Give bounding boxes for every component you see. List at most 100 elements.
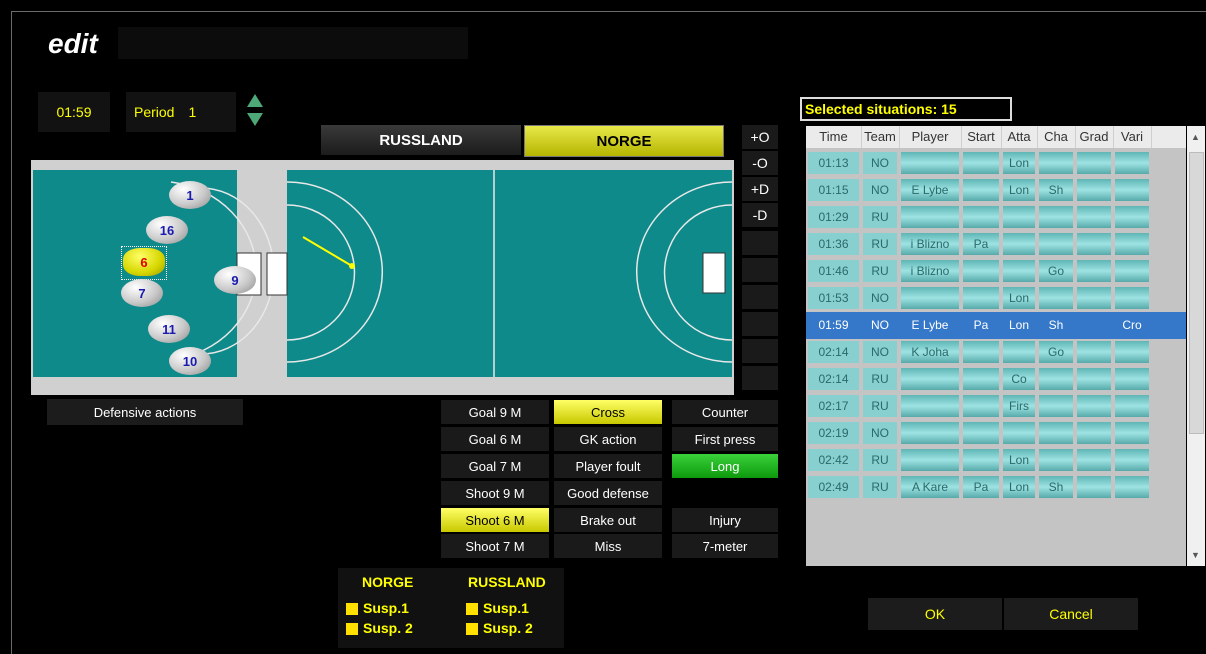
arrow-up-icon[interactable]	[247, 94, 263, 107]
scroll-down-icon[interactable]: ▼	[1191, 550, 1200, 560]
column-header[interactable]: Team	[861, 126, 900, 148]
action-player-foult[interactable]: Player foult	[554, 454, 662, 478]
arrow-down-icon[interactable]	[247, 113, 263, 126]
action-goal-9m[interactable]: Goal 9 M	[441, 400, 549, 424]
table-row[interactable]: 02:19 NO	[806, 420, 1186, 447]
table-cell: Firs	[1003, 395, 1035, 417]
action-good-defense[interactable]: Good defense	[554, 481, 662, 505]
column-header[interactable]: Grad	[1075, 126, 1114, 148]
table-cell	[901, 395, 959, 417]
player-chip[interactable]: 16	[146, 216, 188, 244]
table-cell: 02:17	[808, 395, 859, 417]
player-chip[interactable]: 1	[169, 181, 211, 209]
table-cell	[1077, 395, 1111, 417]
table-cell: Sh	[1048, 318, 1064, 332]
column-header[interactable]: Cha	[1037, 126, 1076, 148]
court-panel[interactable]: 1 16 6 7 9 11 10	[31, 160, 734, 395]
table-row[interactable]: 02:42 RU Lon	[806, 447, 1186, 474]
table-cell	[1003, 206, 1035, 228]
checkbox-icon[interactable]	[346, 623, 358, 636]
table-row[interactable]: 02:14 NO K Joha Go	[806, 339, 1186, 366]
table-row[interactable]: 01:46 RU i Blizno Go	[806, 258, 1186, 285]
table-cell	[1039, 368, 1073, 390]
ok-button[interactable]: OK	[868, 598, 1002, 630]
action-shoot-9m[interactable]: Shoot 9 M	[441, 481, 549, 505]
table-row[interactable]: 01:36 RU i Blizno Pa	[806, 231, 1186, 258]
table-row[interactable]: 01:15 NO E Lybe Lon Sh	[806, 177, 1186, 204]
column-header[interactable]: Player	[899, 126, 962, 148]
minus-defense-button[interactable]: -D	[742, 203, 778, 227]
empty-side-slot	[742, 366, 778, 390]
table-cell	[1077, 368, 1111, 390]
period-box: Period 1	[126, 92, 236, 132]
table-cell	[1077, 449, 1111, 471]
table-cell: Lon	[1003, 179, 1035, 201]
defensive-actions-button[interactable]: Defensive actions	[47, 399, 243, 425]
period-stepper[interactable]	[244, 92, 266, 132]
table-row[interactable]: 01:13 NO Lon	[806, 150, 1186, 177]
column-header[interactable]: Vari	[1113, 126, 1152, 148]
table-cell: 01:29	[808, 206, 859, 228]
table-cell	[1115, 260, 1149, 282]
action-goal-6m[interactable]: Goal 6 M	[441, 427, 549, 451]
table-row[interactable]: 02:14 RU Co	[806, 366, 1186, 393]
column-header[interactable]: Atta	[1001, 126, 1038, 148]
action-shoot-6m[interactable]: Shoot 6 M	[441, 508, 549, 532]
table-cell	[1039, 152, 1073, 174]
action-gk-action[interactable]: GK action	[554, 427, 662, 451]
table-cell: 02:49	[808, 476, 859, 498]
table-cell	[963, 449, 999, 471]
action-injury[interactable]: Injury	[672, 508, 778, 532]
plus-defense-button[interactable]: +D	[742, 177, 778, 201]
russland-susp-1[interactable]: Susp.1	[466, 600, 529, 616]
russland-susp-title: RUSSLAND	[468, 574, 546, 590]
table-cell	[1077, 233, 1111, 255]
column-header[interactable]: Start	[961, 126, 1002, 148]
empty-side-slot	[742, 258, 778, 282]
action-cross[interactable]: Cross	[554, 400, 662, 424]
situations-table[interactable]: Time Team Player Start Atta Cha Grad Vari 01:13…	[806, 126, 1186, 566]
action-counter[interactable]: Counter	[672, 400, 778, 424]
player-chip-selected[interactable]: 6	[123, 248, 165, 276]
table-row[interactable]: 02:17 RU Firs	[806, 393, 1186, 420]
checkbox-icon[interactable]	[466, 603, 478, 616]
cancel-button[interactable]: Cancel	[1004, 598, 1138, 630]
norge-susp-2[interactable]: Susp. 2	[346, 620, 413, 636]
russland-susp-2[interactable]: Susp. 2	[466, 620, 533, 636]
scroll-up-icon[interactable]: ▲	[1191, 132, 1200, 142]
table-row[interactable]: 01:29 RU	[806, 204, 1186, 231]
goal-main-left	[266, 252, 288, 296]
action-first-press[interactable]: First press	[672, 427, 778, 451]
action-shoot-7m[interactable]: Shoot 7 M	[441, 534, 549, 558]
column-header[interactable]: Time	[806, 126, 862, 148]
table-cell	[963, 287, 999, 309]
norge-susp-1[interactable]: Susp.1	[346, 600, 409, 616]
player-chip[interactable]: 11	[148, 315, 190, 343]
player-chip[interactable]: 10	[169, 347, 211, 375]
table-row[interactable]: 01:53 NO Lon	[806, 285, 1186, 312]
action-miss[interactable]: Miss	[554, 534, 662, 558]
checkbox-icon[interactable]	[346, 603, 358, 616]
table-row[interactable]: 02:49 RU A Kare Pa Lon Sh	[806, 474, 1186, 501]
table-cell	[1077, 287, 1111, 309]
table-row[interactable]: 01:59 NO E Lybe Pa Lon Sh Cro	[806, 312, 1186, 339]
checkbox-icon[interactable]	[466, 623, 478, 636]
player-chip[interactable]: 9	[214, 266, 256, 294]
table-cell	[963, 152, 999, 174]
table-scrollbar[interactable]: ▲ ▼	[1187, 126, 1205, 566]
action-brake-out[interactable]: Brake out	[554, 508, 662, 532]
table-cell: Pa	[963, 476, 999, 498]
plus-offense-button[interactable]: +O	[742, 125, 778, 149]
player-chip[interactable]: 7	[121, 279, 163, 307]
scrollbar-thumb[interactable]	[1189, 152, 1204, 434]
minus-offense-button[interactable]: -O	[742, 151, 778, 175]
action-long[interactable]: Long	[672, 454, 778, 478]
tab-norge[interactable]: NORGE	[524, 125, 724, 157]
table-cell: K Joha	[901, 341, 959, 363]
table-cell	[1039, 422, 1073, 444]
table-cell: NO	[863, 152, 897, 174]
table-cell: RU	[863, 395, 897, 417]
action-7-meter[interactable]: 7-meter	[672, 534, 778, 558]
action-goal-7m[interactable]: Goal 7 M	[441, 454, 549, 478]
tab-russland[interactable]: RUSSLAND	[321, 125, 521, 155]
